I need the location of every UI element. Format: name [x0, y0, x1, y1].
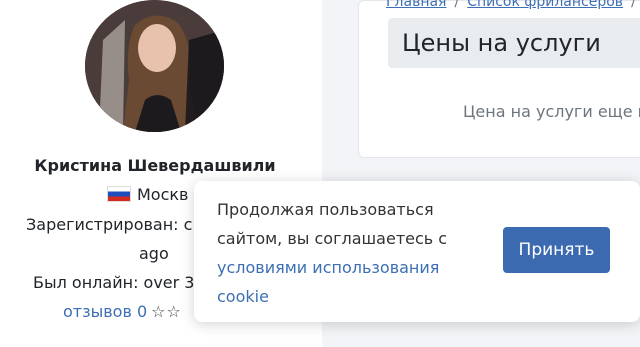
- cookie-terms-link[interactable]: условиями использования cookie: [217, 258, 439, 306]
- prices-empty-text: Цена на услуги еще н: [463, 102, 640, 121]
- cookie-banner: Продолжая пользоваться сайтом, вы соглаш…: [194, 181, 640, 322]
- last-online-text: Был онлайн: over 3: [33, 273, 195, 292]
- profile-avatar: [85, 0, 224, 132]
- accept-cookie-button[interactable]: Принять: [503, 227, 610, 273]
- cookie-text: Продолжая пользоваться сайтом, вы соглаш…: [217, 200, 448, 248]
- profile-location: Москв: [107, 185, 188, 204]
- profile-name: Кристина Шевердашвили: [34, 156, 276, 175]
- cookie-message: Продолжая пользоваться сайтом, вы соглаш…: [217, 195, 477, 311]
- registered-ago-text: ago: [139, 244, 169, 263]
- breadcrumb: Главная / Список фрилансеров /: [386, 0, 640, 10]
- russia-flag-icon: [107, 186, 131, 202]
- reviews-link[interactable]: отзывов 0: [63, 302, 147, 321]
- rating-stars-icon: ☆☆: [151, 302, 182, 321]
- breadcrumb-freelancers-link[interactable]: Список фрилансеров: [467, 0, 623, 10]
- breadcrumb-separator: /: [454, 0, 460, 10]
- breadcrumb-home-link[interactable]: Главная: [386, 0, 446, 10]
- reviews-row: отзывов 0 ☆☆: [63, 302, 182, 321]
- location-text: Москв: [137, 185, 189, 204]
- page-title: Цены на услуги: [402, 29, 601, 57]
- registered-text: Зарегистрирован: с: [26, 215, 193, 234]
- avatar-photo: [85, 0, 224, 132]
- breadcrumb-separator: /: [631, 0, 636, 10]
